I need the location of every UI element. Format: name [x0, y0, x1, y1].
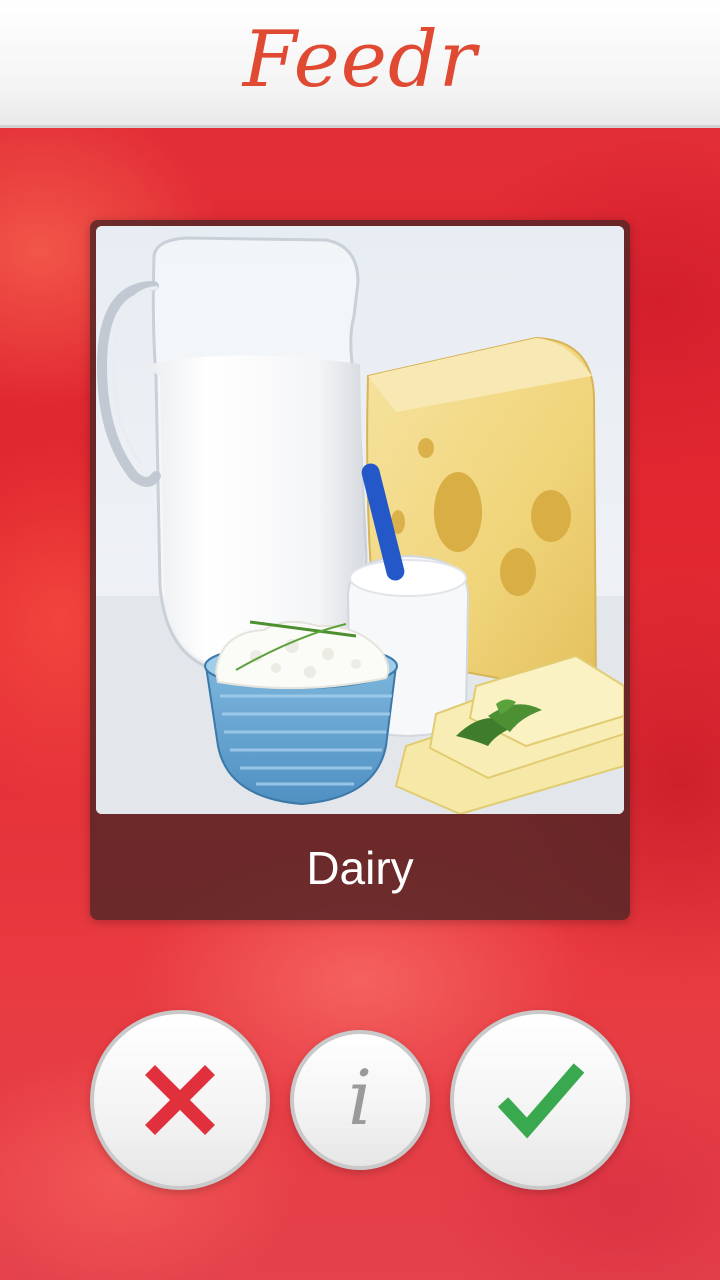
app-logo: Feedr — [242, 15, 478, 105]
info-icon: i — [347, 1053, 373, 1142]
app-screen: Feedr Dairy i — [0, 0, 720, 1280]
accept-button[interactable] — [450, 1010, 630, 1190]
dairy-illustration — [96, 226, 624, 814]
reject-button[interactable] — [90, 1010, 270, 1190]
info-button[interactable]: i — [290, 1030, 430, 1170]
app-header: Feedr — [0, 0, 720, 128]
food-photo — [96, 226, 624, 814]
close-icon — [145, 1065, 215, 1135]
food-card[interactable]: Dairy — [90, 220, 630, 920]
card-title: Dairy — [306, 842, 414, 894]
checkmark-icon — [497, 1063, 585, 1139]
